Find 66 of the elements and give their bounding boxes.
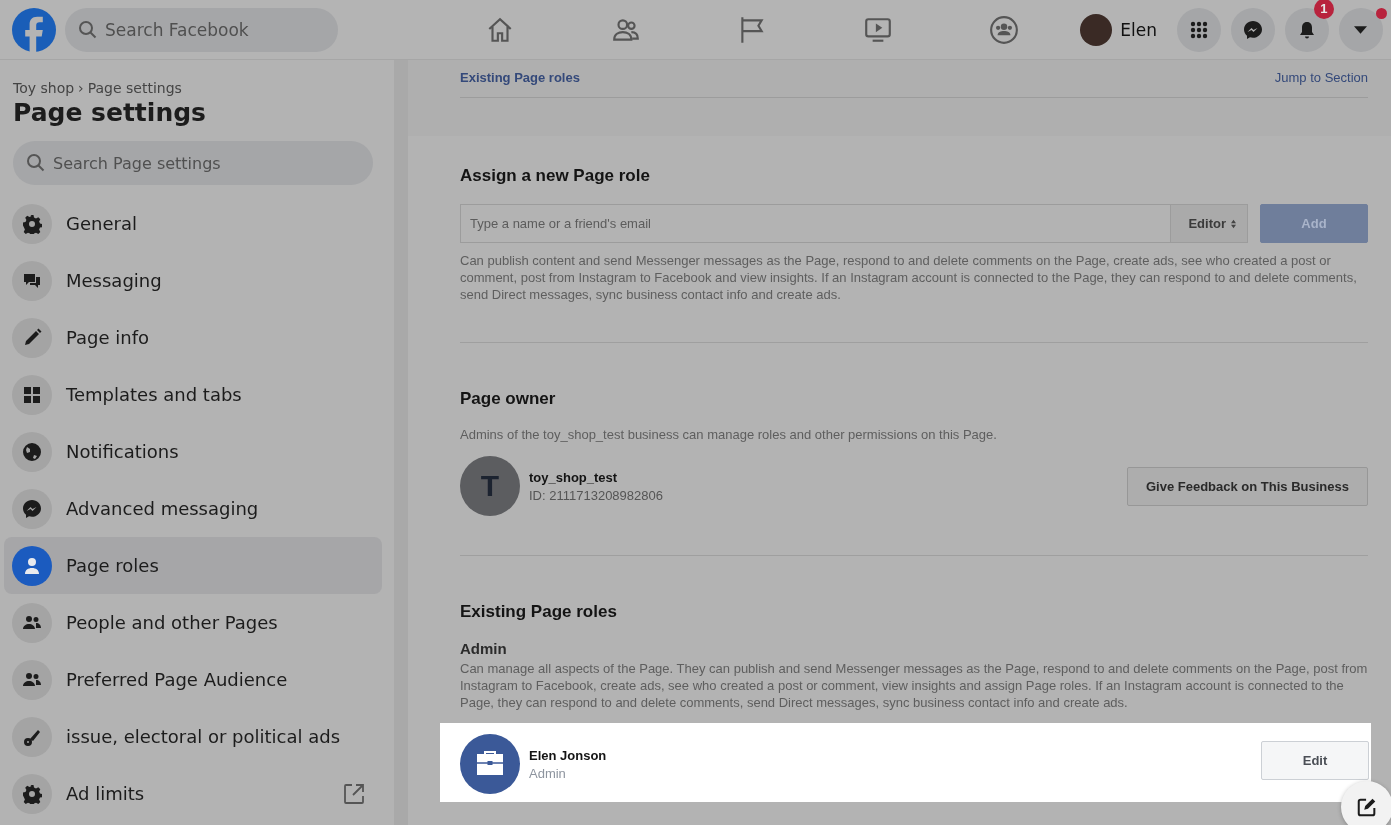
bell-icon xyxy=(1297,19,1317,40)
groups-icon[interactable] xyxy=(989,14,1020,45)
sidebar-item[interactable]: issue, electoral or political ads xyxy=(4,708,382,765)
avatar-icon xyxy=(1080,13,1113,46)
sidebar-item[interactable]: Page roles xyxy=(4,537,382,594)
setting-icon xyxy=(12,203,52,244)
section-title: Assign a new Page role xyxy=(460,166,651,186)
section-link[interactable]: Existing Page roles xyxy=(460,70,580,85)
logo-icon[interactable] xyxy=(12,7,56,52)
sidebar-item[interactable]: Page info xyxy=(4,309,382,366)
role-description: Can manage all aspects of the Page. They can publish and send Messenger messages as the Page, respond to and delete comments on the Page, post from Instagram to Facebook, create ads, see who created a post or comment, view insights and assign Page roles. If an Instagram account is connected to the Page, they can respond to and delete comments, send Direct messages, sync business contact info and create ads. xyxy=(460,660,1368,711)
setting-icon xyxy=(12,773,52,814)
messenger-button[interactable] xyxy=(1231,7,1275,52)
section-title: Page owner xyxy=(460,389,557,409)
search-field[interactable]: Search Facebook xyxy=(65,7,338,52)
setting-icon xyxy=(12,431,52,472)
search-icon xyxy=(26,153,46,173)
search-field[interactable]: Search Page settings xyxy=(13,141,373,185)
role-heading: Admin xyxy=(460,640,508,657)
messenger-icon xyxy=(1243,19,1263,40)
grid-dots-icon xyxy=(1189,19,1209,40)
sidebar-item[interactable]: Messaging xyxy=(4,252,382,309)
caret-icon xyxy=(1354,25,1368,34)
owner-avatar: T xyxy=(460,456,520,516)
sidebar-item[interactable]: Notifications xyxy=(4,423,382,480)
compose-button[interactable] xyxy=(1341,781,1391,825)
setting-icon xyxy=(12,659,52,700)
setting-icon xyxy=(12,374,52,415)
sidebar-item[interactable]: Advanced messaging xyxy=(4,480,382,537)
role-description: Can publish content and send Messenger messages as the Page, respond to and delete comments on the Page, create ads, see who created a post or comment, post from Instagram to Facebook and view insights. If an Instagram account is connected to the Page, they can respond to and delete comments, send Direct messages, sync business contact info and create ads. xyxy=(460,252,1358,303)
section-title: Existing Page roles xyxy=(460,602,618,622)
breadcrumb-link[interactable]: Toy shop xyxy=(13,80,75,96)
edit-button[interactable]: Edit xyxy=(1261,740,1369,780)
owner-id: ID: 2111713208982806 xyxy=(529,487,664,503)
setting-icon xyxy=(12,716,52,757)
setting-icon xyxy=(12,545,52,586)
sort-arrows-icon xyxy=(1230,218,1237,229)
owner-name: toy_shop_test xyxy=(529,469,619,485)
sidebar-item[interactable]: People and other Pages xyxy=(4,594,382,651)
jump-to-section-link[interactable]: Jump to Section xyxy=(1274,70,1368,85)
breadcrumb-link[interactable]: Page settings xyxy=(87,80,182,96)
menu-grid-button[interactable] xyxy=(1177,7,1221,52)
member-role: Admin xyxy=(529,765,567,781)
account-menu-button[interactable] xyxy=(1339,7,1383,52)
compose-icon xyxy=(1356,796,1378,818)
sidebar-item[interactable]: General xyxy=(4,195,382,252)
feedback-button[interactable]: Give Feedback on This Business xyxy=(1127,466,1368,506)
sidebar-item[interactable]: Preferred Page Audience xyxy=(4,651,382,708)
setting-icon xyxy=(12,602,52,643)
setting-icon xyxy=(12,260,52,301)
setting-icon xyxy=(12,488,52,529)
search-icon xyxy=(78,19,98,40)
page-title: Page settings xyxy=(13,98,207,127)
setting-icon xyxy=(12,317,52,358)
sidebar-item[interactable]: Ad limits xyxy=(4,765,382,822)
external-link-icon xyxy=(342,781,366,806)
breadcrumb-separator: › xyxy=(78,80,84,96)
briefcase-avatar-icon xyxy=(460,734,520,794)
owner-description: Admins of the toy_shop_test business can manage roles and other permissions on this Page. xyxy=(460,426,998,443)
alert-dot xyxy=(1376,7,1387,19)
sidebar-item[interactable]: Templates and tabs xyxy=(4,366,382,423)
role-dropdown[interactable]: Editor xyxy=(1170,204,1248,243)
notification-badge: 1 xyxy=(1314,0,1334,19)
member-name: Elen Jonson xyxy=(529,747,608,763)
profile-link[interactable]: Elen xyxy=(1080,13,1167,46)
name-input-field[interactable]: Type a name or a friend's email xyxy=(460,204,1171,243)
